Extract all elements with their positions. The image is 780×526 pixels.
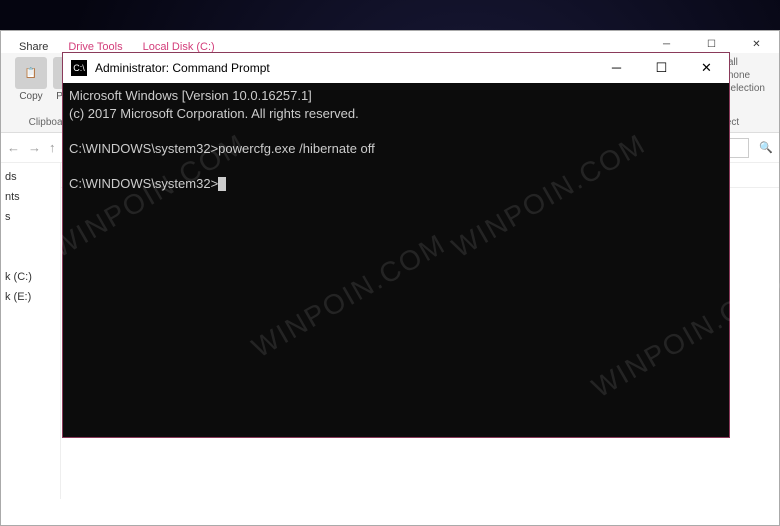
forward-button[interactable]: → [28, 140, 41, 155]
cmd-command: powercfg.exe /hibernate off [218, 141, 375, 156]
sidebar-item-disk-e[interactable]: k (E:) [3, 287, 58, 307]
sidebar: ds nts s k (C:) k (E:) [1, 163, 61, 499]
cmd-title-text: Administrator: Command Prompt [95, 61, 270, 75]
cmd-titlebar[interactable]: C:\ Administrator: Command Prompt ─ ☐ ✕ [63, 53, 729, 83]
sidebar-item-documents[interactable]: nts [3, 187, 58, 207]
close-button[interactable]: ✕ [734, 31, 779, 57]
cursor [218, 177, 226, 191]
explorer-tabs: Share Drive Tools Local Disk (C:) ─ ☐ ✕ [1, 31, 779, 53]
cmd-maximize-button[interactable]: ☐ [639, 53, 684, 83]
back-button[interactable]: ← [7, 140, 20, 155]
cmd-output[interactable]: Microsoft Windows [Version 10.0.16257.1]… [63, 83, 729, 196]
share-tab[interactable]: Share [19, 41, 48, 53]
sidebar-item-pictures[interactable]: s [3, 207, 58, 227]
cmd-icon: C:\ [71, 60, 87, 76]
cmd-minimize-button[interactable]: ─ [594, 53, 639, 83]
cmd-prompt: C:\WINDOWS\system32> [69, 141, 218, 156]
copy-label: Copy [19, 91, 42, 102]
cmd-prompt: C:\WINDOWS\system32> [69, 176, 218, 191]
sidebar-item-disk-c[interactable]: k (C:) [3, 267, 58, 287]
copy-icon: 📋 [15, 57, 47, 89]
search-icon[interactable]: 🔍 [759, 141, 773, 154]
cmd-close-button[interactable]: ✕ [684, 53, 729, 83]
cmd-line: (c) 2017 Microsoft Corporation. All righ… [69, 106, 359, 121]
cmd-window: C:\ Administrator: Command Prompt ─ ☐ ✕ … [62, 52, 730, 438]
sidebar-item-downloads[interactable]: ds [3, 167, 58, 187]
cmd-line: Microsoft Windows [Version 10.0.16257.1] [69, 88, 312, 103]
up-button[interactable]: ↑ [49, 140, 56, 155]
copy-button[interactable]: 📋 Copy [15, 57, 47, 102]
